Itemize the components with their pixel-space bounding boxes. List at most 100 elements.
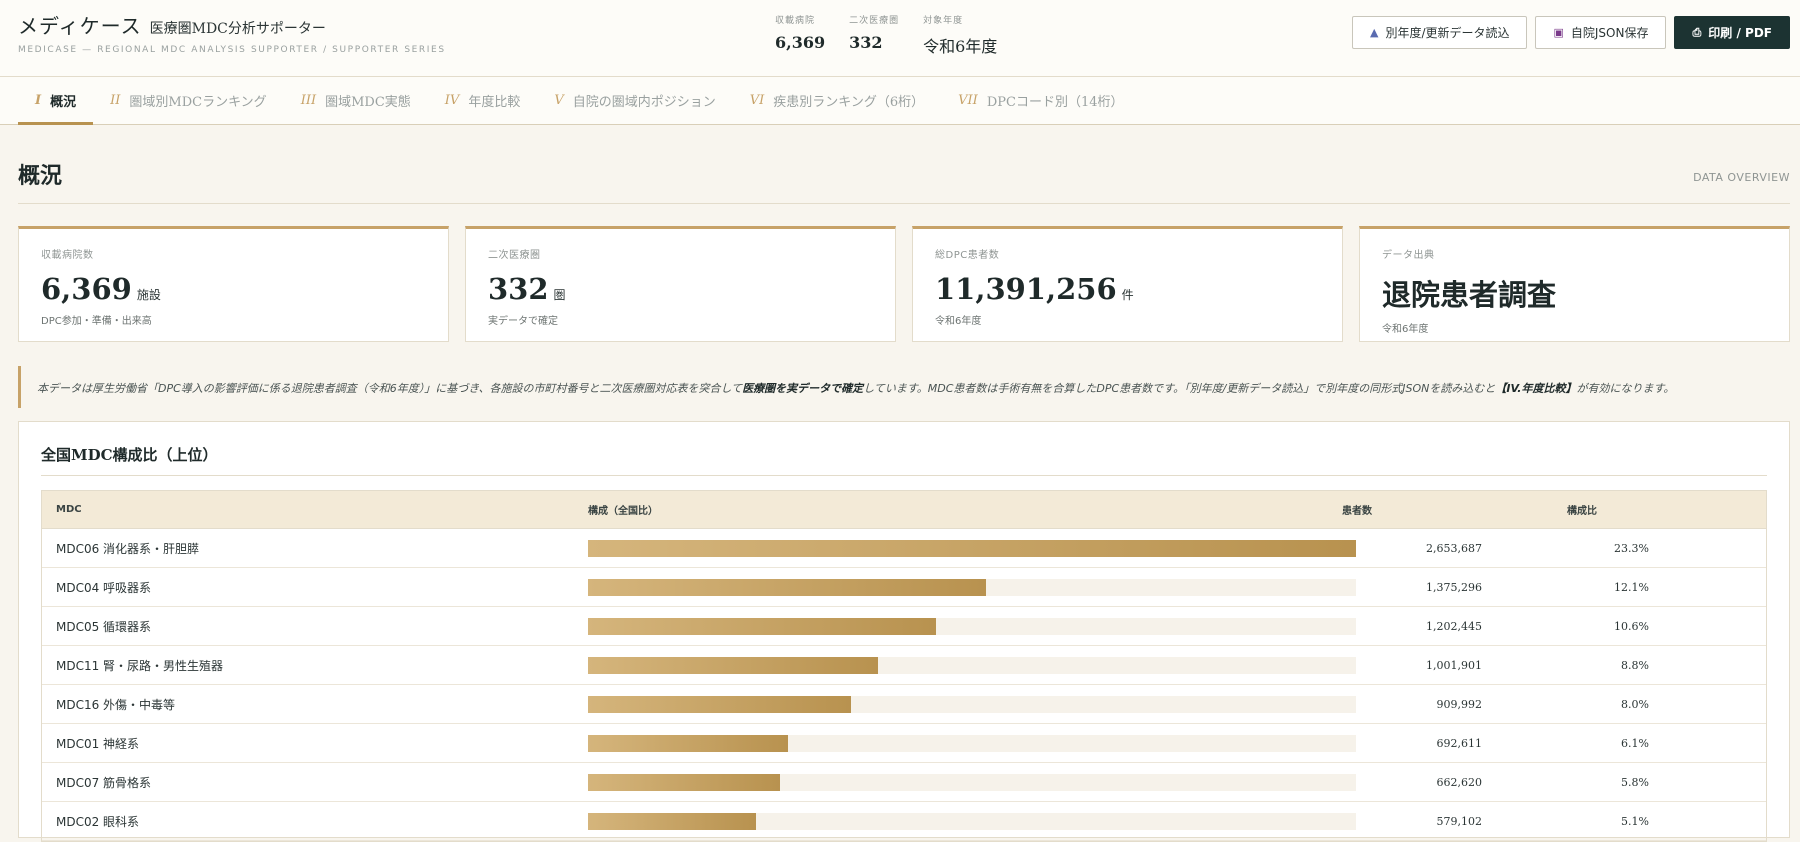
bar-cell <box>572 578 1356 596</box>
load-data-button[interactable]: ▲ 別年度/更新データ読込 <box>1351 16 1528 49</box>
tab-number: III <box>300 93 317 108</box>
table-row: MDC02 眼科系 579,102 5.1% <box>42 802 1766 841</box>
mdc-composition-panel: 全国MDC構成比（上位） MDC 構成（全国比） 患者数 構成比 MDC06 消… <box>18 421 1790 842</box>
bar-track <box>588 578 1356 596</box>
kpi-label: データ出典 <box>1382 250 1435 261</box>
stat-regions: 二次医療圏 332 <box>849 13 899 57</box>
kpi-unit: 件 <box>1121 288 1134 302</box>
kpi-card-source: データ出典 退院患者調査 令和6年度 <box>1359 226 1790 342</box>
bar-mark <box>588 617 936 635</box>
table-row: MDC07 筋骨格系 662,620 5.8% <box>42 763 1766 802</box>
bar-mark <box>588 812 756 830</box>
col-mdc: MDC <box>56 504 82 515</box>
kpi-unit: 施設 <box>136 288 161 302</box>
bar-mark <box>588 539 1356 557</box>
kpi-cards: 収載病院数 6,369 施設 DPC参加・準備・出来高 二次医療圏 332 圏 … <box>18 226 1790 342</box>
mdc-category-label: MDC01 神経系 <box>56 736 140 751</box>
composition-ratio: 8.8% <box>1621 658 1649 672</box>
tab-disease-ranking[interactable]: VI 疾患別ランキング（6桁） <box>733 77 941 124</box>
col-bar: 構成（全国比） <box>588 506 658 517</box>
bar-track <box>588 773 1356 791</box>
bar-track <box>588 734 1356 752</box>
tab-label: 年度比較 <box>468 95 521 110</box>
stat-hospitals: 収載病院 6,369 <box>775 13 825 57</box>
composition-ratio: 8.0% <box>1621 697 1649 711</box>
tab-year-compare[interactable]: IV 年度比較 <box>428 77 538 124</box>
mdc-category-label: MDC05 循環器系 <box>56 619 152 634</box>
tab-number: I <box>35 93 42 108</box>
notice-text: が有効になります。 <box>1576 382 1675 395</box>
bar-cell <box>572 617 1356 635</box>
kpi-note: 令和6年度 <box>1382 324 1429 335</box>
bar-mark <box>588 773 780 791</box>
kpi-label: 収載病院数 <box>41 250 94 261</box>
panel-title: 全国MDC構成比（上位） <box>41 422 1767 476</box>
kpi-card-regions: 二次医療圏 332 圏 実データで確定 <box>465 226 896 342</box>
tab-label: 疾患別ランキング（6桁） <box>773 95 925 110</box>
stat-year: 対象年度 令和6年度 <box>923 13 997 57</box>
composition-ratio: 10.6% <box>1614 619 1649 633</box>
table-body: MDC06 消化器系・肝胆膵 2,653,687 23.3% MDC04 呼吸器系 1,… <box>42 529 1766 841</box>
save-json-button[interactable]: ▣ 自院JSON保存 <box>1535 16 1667 49</box>
tab-number: VI <box>749 93 765 108</box>
save-json-label: 自院JSON保存 <box>1570 26 1649 40</box>
stat-label: 対象年度 <box>923 16 964 26</box>
data-notice: 本データは厚生労働省「DPC導入の影響評価に係る退院患者調査（令和6年度）」に基… <box>18 366 1790 408</box>
bar-cell <box>572 773 1356 791</box>
brand-title: メディケース <box>18 14 142 38</box>
page-title-en: DATA OVERVIEW <box>1693 171 1790 184</box>
table-row: MDC16 外傷・中毒等 909,992 8.0% <box>42 685 1766 724</box>
mdc-table: MDC 構成（全国比） 患者数 構成比 MDC06 消化器系・肝胆膵 2,653,… <box>41 490 1767 842</box>
tab-label: DPCコード別（14桁） <box>986 95 1124 110</box>
tab-label: 圏域MDC実態 <box>325 95 411 110</box>
patient-count: 1,375,296 <box>1426 580 1482 594</box>
tab-number: IV <box>444 93 460 108</box>
composition-ratio: 23.3% <box>1614 541 1649 555</box>
page-title: 概況 <box>18 163 63 189</box>
patient-count: 2,653,687 <box>1426 541 1482 555</box>
tab-region-mdc-ranking[interactable]: II 圏域別MDCランキング <box>93 77 284 124</box>
tab-number: II <box>110 93 121 108</box>
floppy-icon: ▣ <box>1553 26 1564 39</box>
stat-label: 収載病院 <box>775 16 816 26</box>
mdc-category-label: MDC02 眼科系 <box>56 814 140 829</box>
mdc-category-label: MDC16 外傷・中毒等 <box>56 697 176 712</box>
mdc-category-label: MDC07 筋骨格系 <box>56 775 152 790</box>
tab-own-position[interactable]: V 自院の圏域内ポジション <box>537 77 732 124</box>
col-count: 患者数 <box>1342 506 1372 517</box>
composition-ratio: 12.1% <box>1614 580 1649 594</box>
print-pdf-button[interactable]: ⎙ 印刷 / PDF <box>1674 16 1790 49</box>
kpi-value: 6,369 <box>41 272 132 306</box>
header-stats: 収載病院 6,369 二次医療圏 332 対象年度 令和6年度 <box>775 13 997 57</box>
bar-cell <box>572 656 1356 674</box>
kpi-unit: 圏 <box>553 288 566 302</box>
table-row: MDC01 神経系 692,611 6.1% <box>42 724 1766 763</box>
patient-count: 662,620 <box>1436 775 1483 789</box>
brand-tagline: MEDICASE — REGIONAL MDC ANALYSIS SUPPORT… <box>18 45 446 55</box>
tab-dpc-code[interactable]: VII DPCコード別（14桁） <box>941 77 1140 124</box>
tab-overview[interactable]: I 概況 <box>18 77 94 125</box>
bar-mark <box>588 656 878 674</box>
tab-region-mdc-actual[interactable]: III 圏域MDC実態 <box>284 77 428 124</box>
tab-number: VII <box>958 93 978 108</box>
table-row: MDC05 循環器系 1,202,445 10.6% <box>42 607 1766 646</box>
kpi-label: 二次医療圏 <box>488 250 541 261</box>
composition-ratio: 6.1% <box>1621 736 1649 750</box>
upload-icon: ▲ <box>1369 26 1379 39</box>
tab-label: 圏域別MDCランキング <box>129 95 267 110</box>
composition-ratio: 5.1% <box>1621 814 1649 828</box>
mdc-category-label: MDC06 消化器系・肝胆膵 <box>56 541 200 556</box>
kpi-value: 11,391,256 <box>935 272 1117 306</box>
patient-count: 579,102 <box>1436 814 1483 828</box>
patient-count: 1,001,901 <box>1426 658 1482 672</box>
table-row: MDC06 消化器系・肝胆膵 2,653,687 23.3% <box>42 529 1766 568</box>
kpi-note: 実データで確定 <box>488 316 558 327</box>
notice-emphasis: 【IV.年度比較】 <box>1495 382 1577 395</box>
notice-emphasis: 医療圏を実データで確定 <box>742 382 864 395</box>
kpi-card-patients: 総DPC患者数 11,391,256 件 令和6年度 <box>912 226 1343 342</box>
kpi-note: DPC参加・準備・出来高 <box>41 316 152 327</box>
table-row: MDC04 呼吸器系 1,375,296 12.1% <box>42 568 1766 607</box>
notice-text: しています。MDC患者数は手術有無を合算したDPC患者数です。「別年度/更新デー… <box>863 382 1496 395</box>
bar-track <box>588 656 1356 674</box>
bar-cell <box>572 812 1356 830</box>
